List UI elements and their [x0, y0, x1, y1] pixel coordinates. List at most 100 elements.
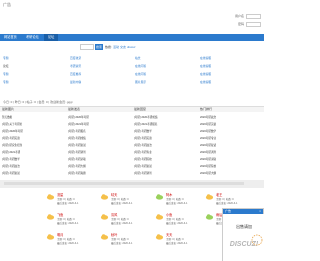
- grid-link[interactable]: 在线客服: [200, 64, 211, 68]
- grid-link[interactable]: 专题: [3, 56, 9, 60]
- cloud-icon: [46, 214, 55, 220]
- main-nav: 网站首页 考研论坛 论坛: [0, 34, 264, 41]
- cloud-icon: [100, 234, 109, 240]
- list-item[interactable]: [考研] 考研数学: [2, 157, 20, 161]
- list-item[interactable]: [考研] 考研报名: [68, 129, 86, 133]
- activity-divider: [4, 182, 244, 185]
- discuz-logo: 出售请加 DISCUZ!: [223, 214, 265, 261]
- user-meta: 最后发表: 2020-3-1: [166, 202, 188, 205]
- list-item[interactable]: 2020考研政治: [200, 115, 216, 119]
- grid-link[interactable]: 在线客服: [200, 80, 211, 84]
- list-item[interactable]: [考研] 考研大纲: [68, 164, 86, 168]
- user-meta: 最后发表: 2020-3-1: [166, 222, 188, 225]
- list-item[interactable]: 2020考研复试: [200, 143, 216, 147]
- list-item[interactable]: [考研] 考研专业: [134, 150, 152, 154]
- user-card[interactable]: 明月 主题: 0 | 帖数: 0 最后发表: 2020-3-1: [46, 232, 96, 252]
- list-item[interactable]: [考研] 考研数学: [134, 129, 152, 133]
- hot-link[interactable]: discuz: [127, 45, 136, 49]
- nav-item-home[interactable]: 网站首页: [0, 34, 21, 41]
- grid-link[interactable]: 站长: [135, 56, 141, 60]
- search-button[interactable]: 搜索: [95, 44, 103, 50]
- grid-link[interactable]: 在线问答: [135, 64, 146, 68]
- hot-search-label: 热搜:: [105, 45, 112, 49]
- grid-link[interactable]: 论坛: [3, 64, 9, 68]
- user-card[interactable]: 飞鱼 主题: 0 | 帖数: 0 最后发表: 2020-3-1: [46, 212, 96, 232]
- nav-item-bbs[interactable]: 论坛: [44, 34, 59, 41]
- list-item[interactable]: [考研] 考研院校: [134, 157, 152, 161]
- list-item[interactable]: [考研] 考研英语: [134, 136, 152, 140]
- list-item[interactable]: 暂无数据: [2, 115, 12, 119]
- list-item[interactable]: [考研] 2021年考研: [68, 122, 89, 126]
- list-item[interactable]: [考研] 2020考研成绩: [134, 115, 158, 119]
- grid-link[interactable]: 在线问答: [135, 72, 146, 76]
- grid-link[interactable]: 在线客服: [200, 72, 211, 76]
- user-meta: 最后发表: 2020-3-1: [57, 222, 79, 225]
- grid-link[interactable]: 专题: [3, 80, 9, 84]
- user-meta: 最后发表: 2020-3-1: [111, 242, 133, 245]
- list-item[interactable]: [考研] 2021考研: [2, 150, 20, 154]
- user-card[interactable]: 秋叶 主题: 0 | 帖数: 0 最后发表: 2020-3-1: [100, 232, 150, 252]
- list-item[interactable]: 2020考研录取: [200, 157, 216, 161]
- user-card[interactable]: 天天 主题: 0 | 帖数: 0 最后发表: 2020-3-1: [155, 232, 205, 252]
- panel-latest-posts: 最新发表 [考研] 2020年考研 [考研] 2021年考研 [考研] 考研报名…: [66, 106, 132, 178]
- grid-link[interactable]: 图片展示: [135, 80, 146, 84]
- list-item[interactable]: [考研] 考研调剂: [134, 171, 152, 175]
- list-item[interactable]: [考研] 研究生招生: [2, 143, 22, 147]
- list-item[interactable]: [考研] 考研成绩: [68, 136, 86, 140]
- list-item[interactable]: [考研] 2020年考研: [2, 129, 23, 133]
- grid-link[interactable]: 在线客服: [200, 56, 211, 60]
- list-item[interactable]: 2020考研英语: [200, 122, 216, 126]
- list-item[interactable]: [考研] 考研政治: [134, 143, 152, 147]
- list-item[interactable]: [考研] 考研录取: [68, 157, 86, 161]
- grid-link[interactable]: 考研资讯: [70, 64, 81, 68]
- search-input[interactable]: [80, 44, 94, 50]
- floating-ad[interactable]: 广告 × 出售请加 DISCUZ!: [222, 208, 265, 261]
- username-label: 用户名: [234, 14, 244, 18]
- list-item[interactable]: [考研] 考研政治: [2, 164, 20, 168]
- list-item[interactable]: [考研] 2021考研报名: [134, 122, 158, 126]
- list-item[interactable]: [考研] 考研复试: [2, 171, 20, 175]
- list-item[interactable]: [考研] 考研复试: [68, 143, 86, 147]
- list-item[interactable]: [考研] 考研英语: [2, 136, 20, 140]
- list-item[interactable]: 2020考研院校: [200, 164, 216, 168]
- forum-stats: 今日: 0 | 昨日: 0 | 帖子: 0 | 会员: 0 | 欢迎新会员: g…: [3, 100, 73, 104]
- grid-link[interactable]: 最新内容: [70, 80, 81, 84]
- grid-link[interactable]: 百度推荐: [70, 72, 81, 76]
- list-item[interactable]: [考研] 考研复试: [134, 164, 152, 168]
- panel-title: 最新发表: [66, 107, 132, 112]
- list-item[interactable]: 2020考研数学: [200, 129, 216, 133]
- panel-title: 热门排行: [198, 107, 264, 112]
- panel-hot-ranking: 热门排行 2020考研政治 2020考研英语 2020考研数学 2020考研专业…: [198, 106, 264, 178]
- ad-tagline: 出售请加: [236, 223, 252, 229]
- user-card[interactable]: 流星 主题: 0 | 帖数: 0 最后发表: 2020-3-1: [46, 192, 96, 212]
- panel-title: 最新图片: [0, 107, 66, 112]
- user-card[interactable]: 阿木 主题: 0 | 帖数: 0 最后发表: 2020-3-1: [155, 192, 205, 212]
- user-meta: 最后发表: 2020-3-1: [111, 202, 133, 205]
- site-logo[interactable]: 广告: [3, 2, 11, 8]
- grid-link[interactable]: 专题: [3, 72, 9, 76]
- nav-item-forum[interactable]: 考研论坛: [22, 34, 43, 41]
- cloud-icon: [46, 194, 55, 200]
- user-card[interactable]: 清风 主题: 0 | 帖数: 0 最后发表: 2020-3-1: [100, 212, 150, 232]
- panel-latest-images: 最新图片 暂无数据 [考研] 关于考研的 [考研] 2020年考研 [考研] 考…: [0, 106, 66, 178]
- password-input[interactable]: [246, 22, 261, 27]
- top-bar: 广告 用户名 密码: [0, 0, 264, 30]
- hot-link[interactable]: 交友: [120, 45, 126, 49]
- list-item[interactable]: [考研] 关于考研的: [2, 122, 22, 126]
- username-input[interactable]: [246, 14, 261, 19]
- user-card[interactable]: 晴天 主题: 0 | 帖数: 0 最后发表: 2020-3-1: [100, 192, 150, 212]
- list-item[interactable]: [考研] 2020年考研: [68, 115, 89, 119]
- user-meta: 最后发表: 2020-3-1: [57, 202, 79, 205]
- grid-link[interactable]: 百度收录: [70, 56, 81, 60]
- list-item[interactable]: 2020考研专业: [200, 136, 216, 140]
- hot-link[interactable]: 活动: [113, 45, 119, 49]
- list-item[interactable]: [考研] 考研调剂: [68, 150, 86, 154]
- list-item[interactable]: [考研] 考研真题: [68, 171, 86, 175]
- list-item[interactable]: 2020考研大纲: [200, 171, 216, 175]
- cloud-icon: [205, 214, 214, 220]
- user-card[interactable]: 小鱼 主题: 0 | 帖数: 0 最后发表: 2020-3-1: [155, 212, 205, 232]
- activity-strip: [0, 180, 264, 188]
- list-item[interactable]: 2020考研调剂: [200, 150, 216, 154]
- cloud-icon: [155, 194, 164, 200]
- panel-latest-replies: 最新回复 [考研] 2020考研成绩 [考研] 2021考研报名 [考研] 考研…: [132, 106, 198, 178]
